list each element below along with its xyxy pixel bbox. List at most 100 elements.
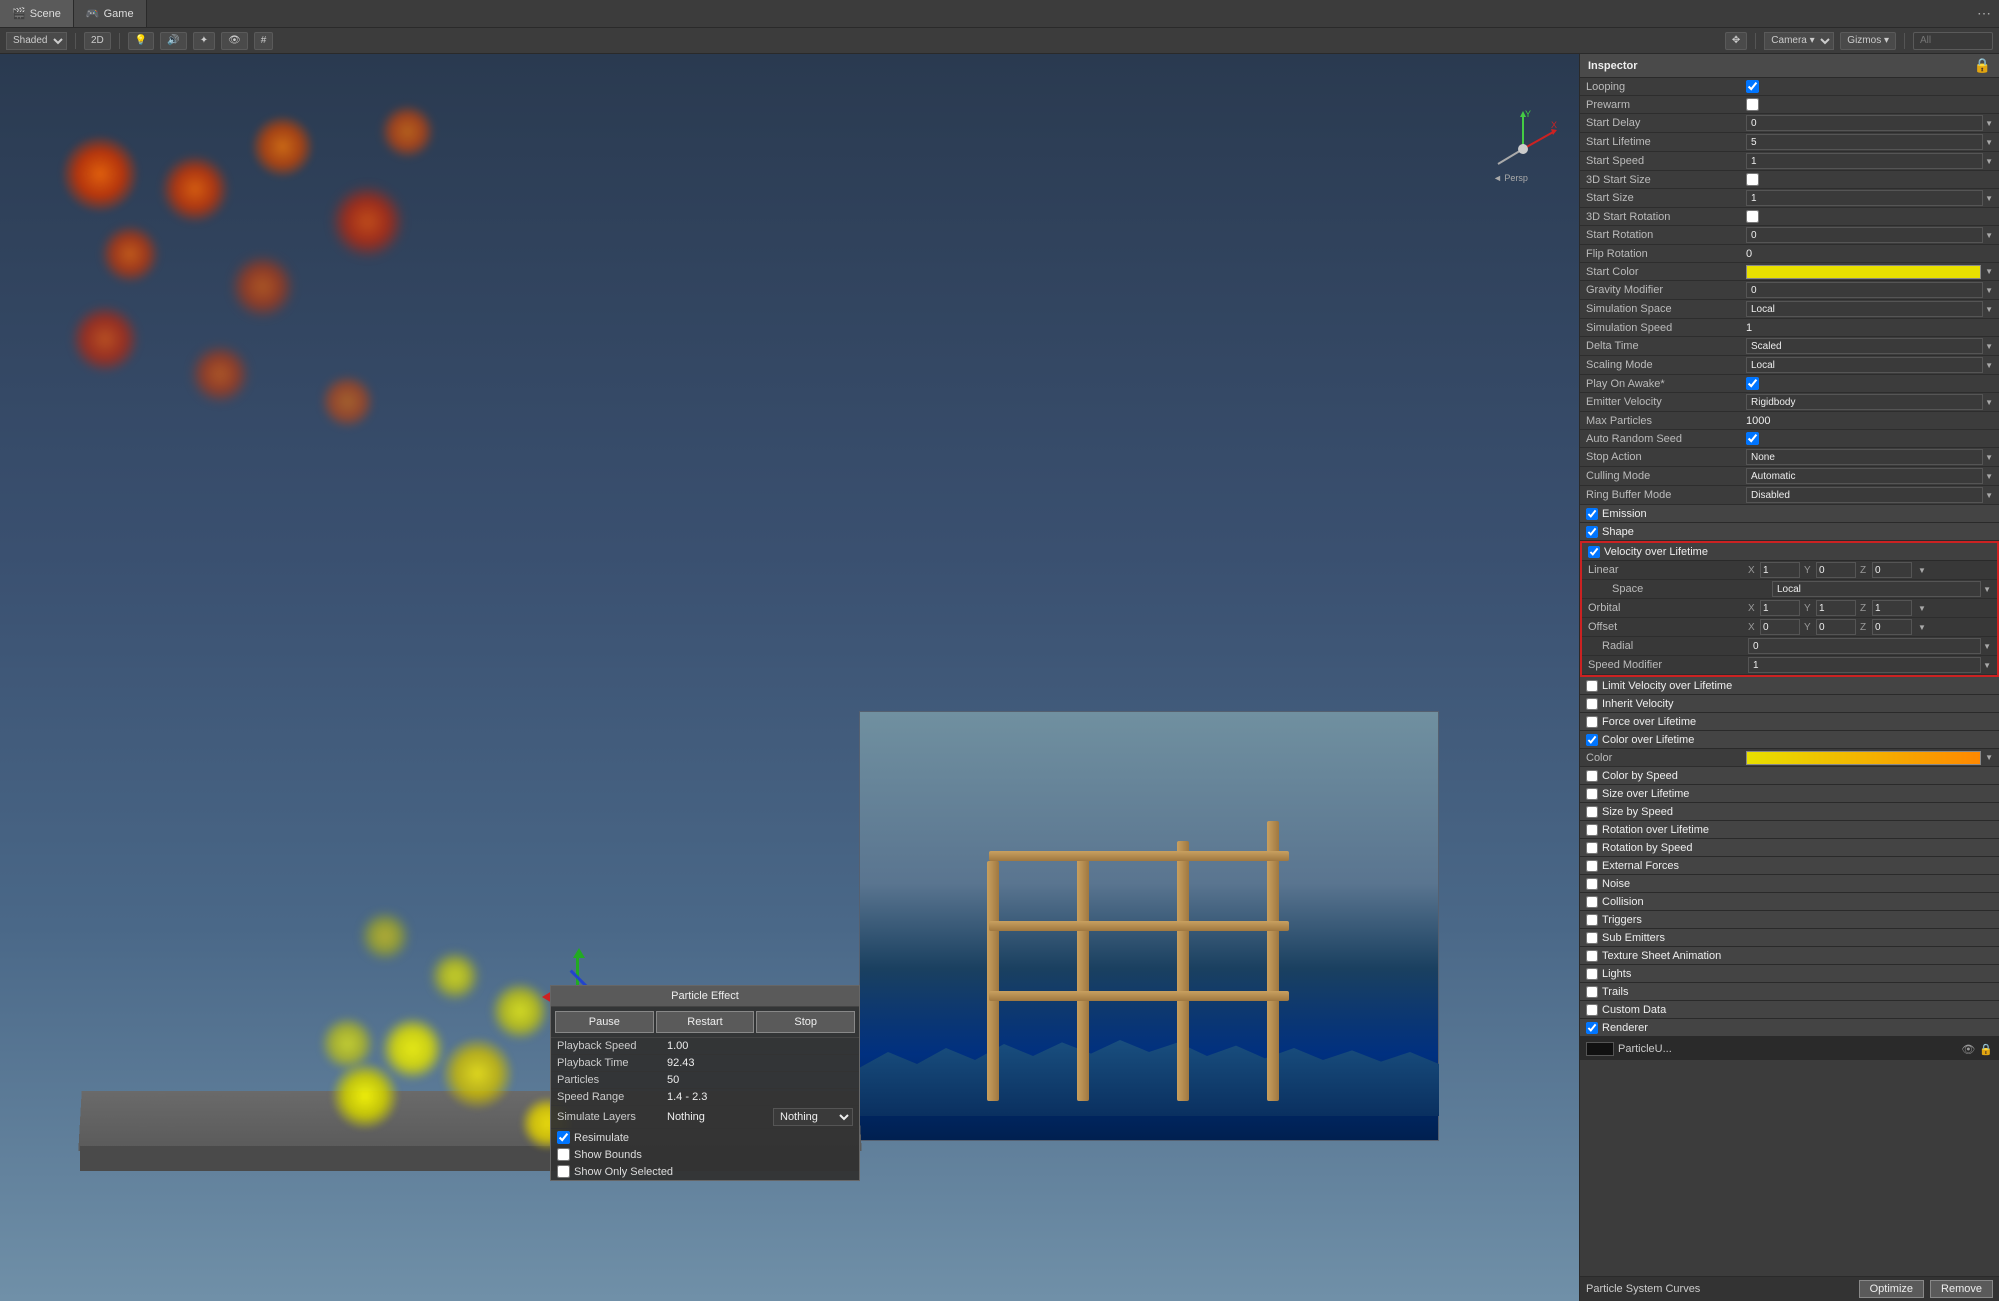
linear-y-input[interactable] (1816, 562, 1856, 578)
texture-sheet-section[interactable]: Texture Sheet Animation (1580, 947, 1999, 965)
prewarm-checkbox[interactable] (1746, 98, 1759, 111)
simulation-speed-value[interactable]: 1 (1746, 322, 1993, 334)
inherit-velocity-checkbox[interactable] (1586, 698, 1598, 710)
3d-start-rotation-checkbox[interactable] (1746, 210, 1759, 223)
size-by-speed-section[interactable]: Size by Speed (1580, 803, 1999, 821)
particle-item-eye-icon[interactable]: 👁 (1961, 1043, 1975, 1056)
play-on-awake-checkbox[interactable] (1746, 377, 1759, 390)
limit-velocity-section[interactable]: Limit Velocity over Lifetime (1580, 677, 1999, 695)
start-delay-value[interactable]: 0 (1746, 115, 1983, 131)
shading-select[interactable]: Shaded (6, 32, 67, 50)
color-by-speed-section[interactable]: Color by Speed (1580, 767, 1999, 785)
custom-data-checkbox[interactable] (1586, 1004, 1598, 1016)
inspector-close-icon[interactable]: 🔒 (1974, 57, 1991, 74)
pause-button[interactable]: Pause (555, 1011, 654, 1033)
rotation-lifetime-section[interactable]: Rotation over Lifetime (1580, 821, 1999, 839)
show-bounds-checkbox[interactable] (557, 1148, 570, 1161)
start-rotation-arrow[interactable]: ▼ (1985, 231, 1993, 240)
simulation-space-value[interactable]: Local (1746, 301, 1983, 317)
size-lifetime-checkbox[interactable] (1586, 788, 1598, 800)
show-only-selected-checkbox[interactable] (557, 1165, 570, 1178)
sub-emitters-section[interactable]: Sub Emitters (1580, 929, 1999, 947)
remove-button[interactable]: Remove (1930, 1280, 1993, 1298)
stop-action-value[interactable]: None (1746, 449, 1983, 465)
linear-x-input[interactable] (1760, 562, 1800, 578)
start-size-value[interactable]: 1 (1746, 190, 1983, 206)
external-forces-section[interactable]: External Forces (1580, 857, 1999, 875)
offset-x-input[interactable] (1760, 619, 1800, 635)
delta-time-value[interactable]: Scaled (1746, 338, 1983, 354)
light-button[interactable]: 💡 (128, 32, 154, 50)
camera-select[interactable]: Camera ▾ (1764, 32, 1834, 50)
external-forces-checkbox[interactable] (1586, 860, 1598, 872)
rotation-lifetime-checkbox[interactable] (1586, 824, 1598, 836)
speed-modifier-arrow[interactable]: ▼ (1983, 661, 1991, 670)
grid-button[interactable]: # (254, 32, 274, 50)
tab-scene[interactable]: 🎬 Scene (0, 0, 74, 27)
optimize-button[interactable]: Optimize (1859, 1280, 1924, 1298)
stop-button[interactable]: Stop (756, 1011, 855, 1033)
emitter-velocity-value[interactable]: Rigidbody (1746, 394, 1983, 410)
hide-button[interactable]: 👁 (221, 32, 248, 50)
start-speed-value[interactable]: 1 (1746, 153, 1983, 169)
viewport[interactable]: Y X ◄ Persp Particle Effect Pause Restar… (0, 54, 1579, 1301)
looping-checkbox[interactable] (1746, 80, 1759, 93)
more-options-icon[interactable]: ⋯ (1969, 5, 1999, 22)
linear-z-input[interactable] (1872, 562, 1912, 578)
rotation-by-speed-section[interactable]: Rotation by Speed (1580, 839, 1999, 857)
shape-section[interactable]: Shape (1580, 523, 1999, 541)
velocity-lifetime-header[interactable]: Velocity over Lifetime (1582, 543, 1997, 561)
lights-checkbox[interactable] (1586, 968, 1598, 980)
start-rotation-value[interactable]: 0 (1746, 227, 1983, 243)
max-particles-value[interactable]: 1000 (1746, 415, 1993, 427)
ring-buffer-mode-value[interactable]: Disabled (1746, 487, 1983, 503)
restart-button[interactable]: Restart (656, 1011, 755, 1033)
tab-game[interactable]: 🎮 Game (74, 0, 147, 27)
orbital-z-input[interactable] (1872, 600, 1912, 616)
start-size-arrow[interactable]: ▼ (1985, 194, 1993, 203)
search-input[interactable] (1913, 32, 1993, 50)
radial-value[interactable]: 0 (1748, 638, 1981, 654)
start-lifetime-arrow[interactable]: ▼ (1985, 138, 1993, 147)
gizmos-button[interactable]: Gizmos ▾ (1840, 32, 1896, 50)
renderer-section[interactable]: Renderer (1580, 1019, 1999, 1037)
effects-button[interactable]: ✦ (193, 32, 215, 50)
triggers-section[interactable]: Triggers (1580, 911, 1999, 929)
force-lifetime-checkbox[interactable] (1586, 716, 1598, 728)
triggers-checkbox[interactable] (1586, 914, 1598, 926)
auto-random-seed-checkbox[interactable] (1746, 432, 1759, 445)
size-by-speed-checkbox[interactable] (1586, 806, 1598, 818)
audio-button[interactable]: 🔊 (160, 32, 186, 50)
gravity-modifier-arrow[interactable]: ▼ (1985, 286, 1993, 295)
trails-checkbox[interactable] (1586, 986, 1598, 998)
emitter-velocity-arrow[interactable]: ▼ (1985, 398, 1993, 407)
orbital-arrow[interactable]: ▼ (1918, 604, 1926, 613)
color-gradient-arrow[interactable]: ▼ (1985, 753, 1993, 762)
velocity-lifetime-checkbox[interactable] (1588, 546, 1600, 558)
texture-sheet-checkbox[interactable] (1586, 950, 1598, 962)
linear-arrow[interactable]: ▼ (1918, 566, 1926, 575)
start-lifetime-value[interactable]: 5 (1746, 134, 1983, 150)
space-value[interactable]: Local (1772, 581, 1981, 597)
rotation-by-speed-checkbox[interactable] (1586, 842, 1598, 854)
culling-mode-arrow[interactable]: ▼ (1985, 472, 1993, 481)
3d-start-size-checkbox[interactable] (1746, 173, 1759, 186)
color-by-speed-checkbox[interactable] (1586, 770, 1598, 782)
culling-mode-value[interactable]: Automatic (1746, 468, 1983, 484)
ring-buffer-mode-arrow[interactable]: ▼ (1985, 491, 1993, 500)
limit-velocity-checkbox[interactable] (1586, 680, 1598, 692)
orbital-y-input[interactable] (1816, 600, 1856, 616)
space-arrow[interactable]: ▼ (1983, 585, 1991, 594)
size-lifetime-section[interactable]: Size over Lifetime (1580, 785, 1999, 803)
orbital-x-input[interactable] (1760, 600, 1800, 616)
noise-section[interactable]: Noise (1580, 875, 1999, 893)
speed-modifier-value[interactable]: 1 (1748, 657, 1981, 673)
playback-speed-value[interactable]: 1.00 (667, 1040, 853, 1052)
color-lifetime-checkbox[interactable] (1586, 734, 1598, 746)
noise-checkbox[interactable] (1586, 878, 1598, 890)
flip-rotation-value[interactable]: 0 (1746, 248, 1993, 260)
inherit-velocity-section[interactable]: Inherit Velocity (1580, 695, 1999, 713)
shape-checkbox[interactable] (1586, 526, 1598, 538)
simulate-layers-select[interactable]: Nothing Everything (773, 1108, 853, 1126)
collision-section[interactable]: Collision (1580, 893, 1999, 911)
